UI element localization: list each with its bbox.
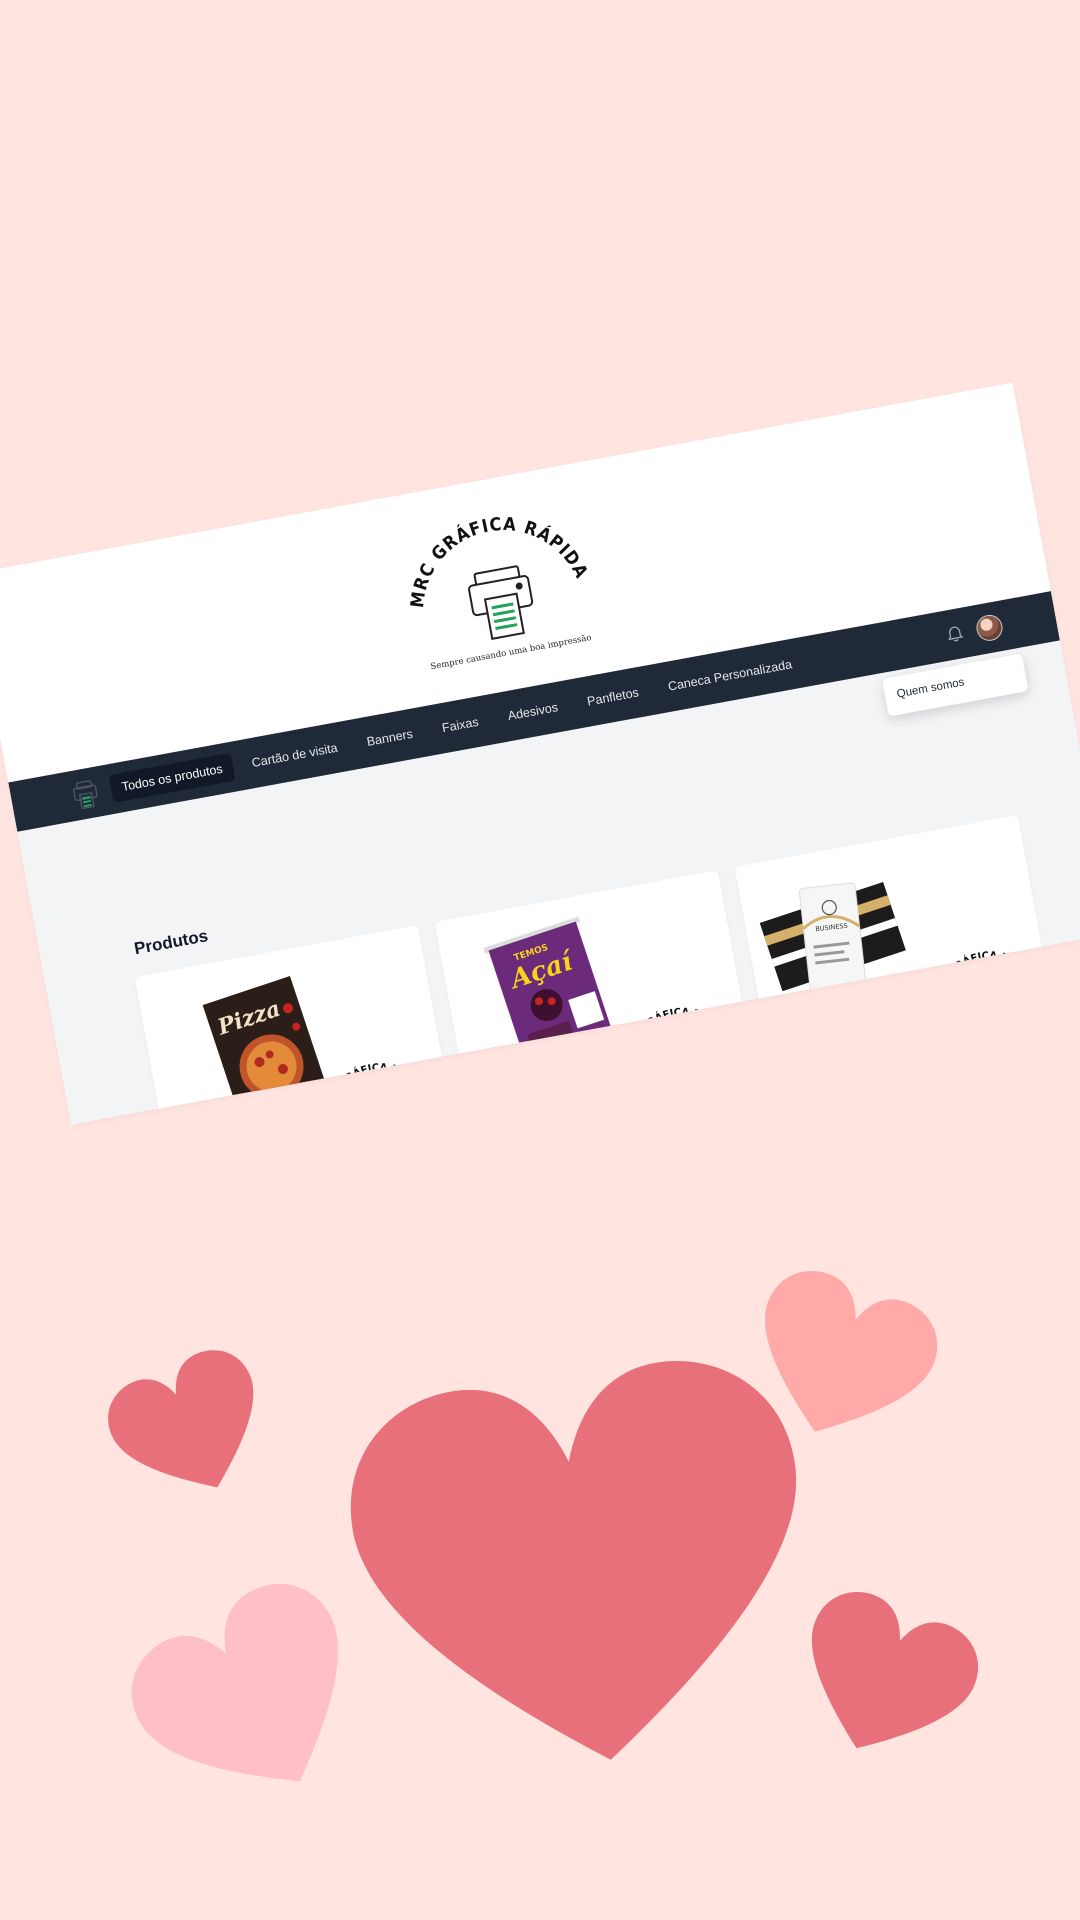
heart-bottom-right	[776, 1578, 992, 1781]
printer-icon	[468, 565, 534, 640]
nav-item-cartao-de-visita[interactable]: Cartão de visita	[239, 732, 351, 779]
nav-item-banners[interactable]: Banners	[354, 718, 426, 758]
heart-bottom-left	[110, 1562, 395, 1836]
nav-item-faixas[interactable]: Faixas	[429, 706, 492, 744]
products-heading: Produtos	[132, 926, 210, 959]
bell-icon[interactable]	[943, 623, 966, 646]
heart-top-left	[95, 1337, 287, 1519]
nav-item-panfletos[interactable]: Panfletos	[574, 676, 652, 717]
user-avatar[interactable]	[974, 612, 1005, 643]
printer-logo-icon[interactable]	[65, 774, 107, 814]
big-heart	[335, 1345, 833, 1791]
nav-item-adesivos[interactable]: Adesivos	[495, 691, 572, 732]
